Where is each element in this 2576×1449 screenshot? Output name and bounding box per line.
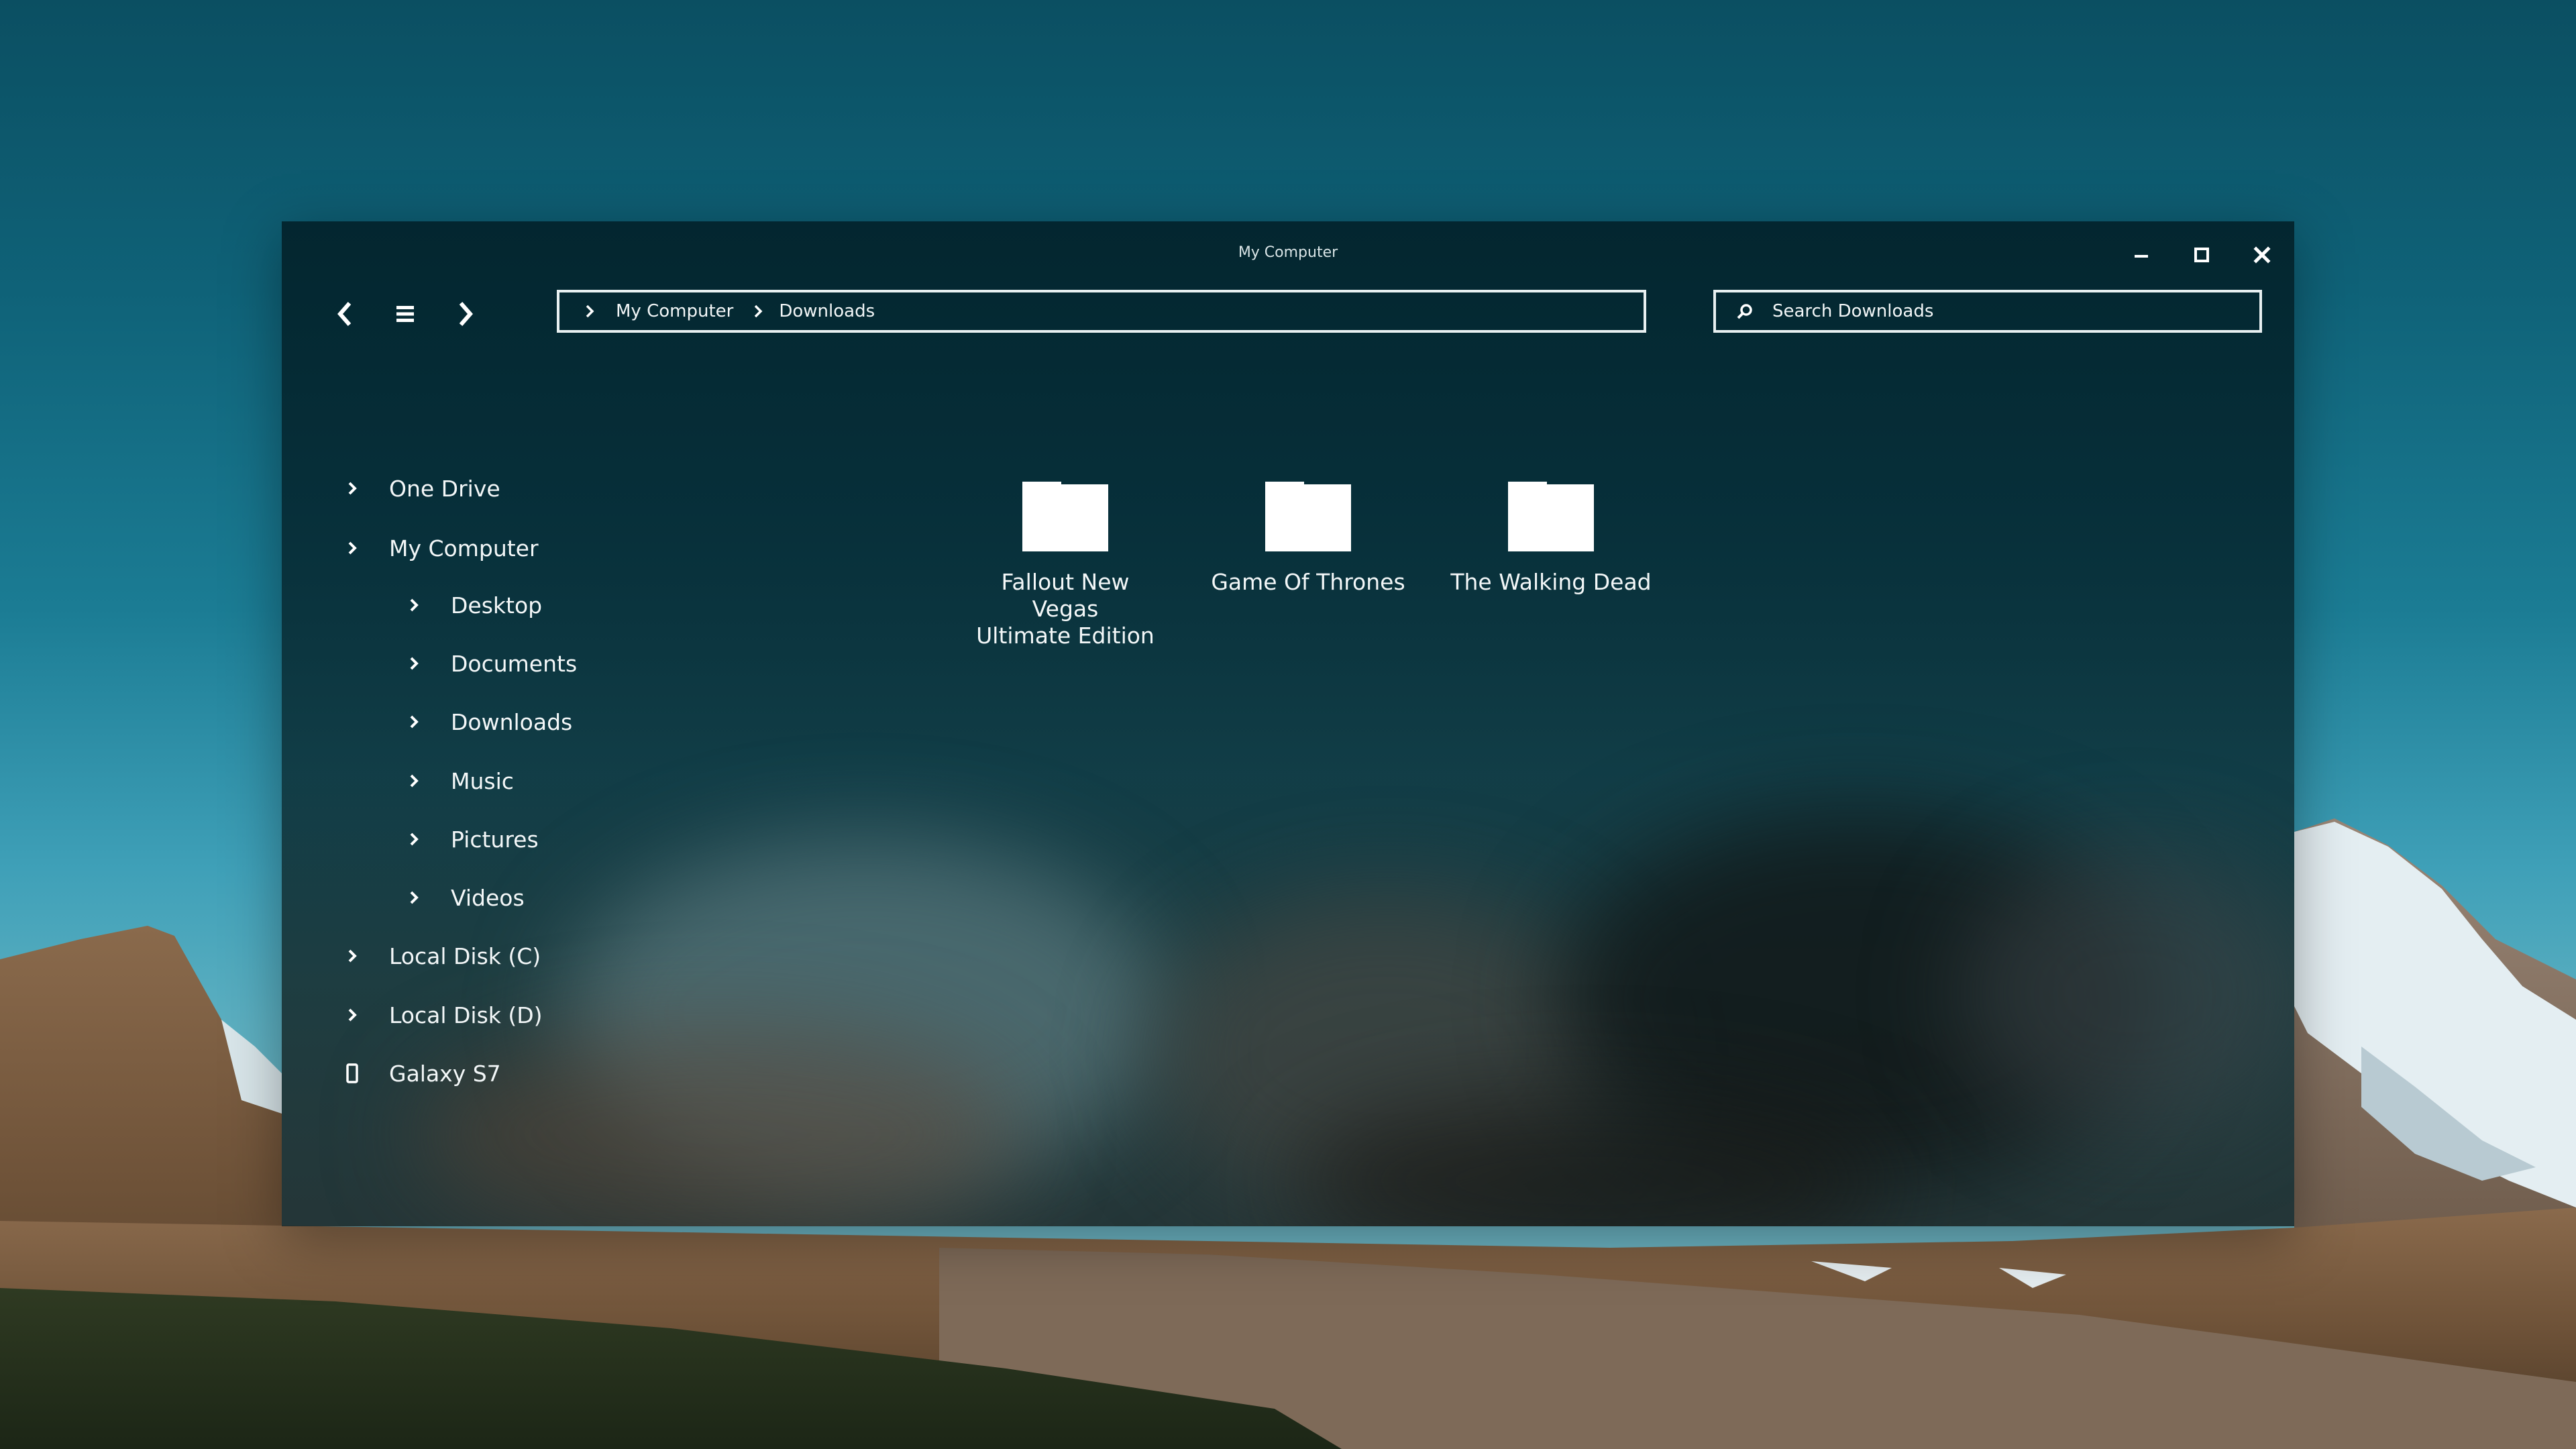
sidebar-item-label: Downloads [451, 708, 573, 735]
chevron-right-icon[interactable] [342, 478, 362, 498]
sidebar-item-label: Documents [451, 650, 578, 677]
sidebar-item-label: Local Disk (C) [389, 943, 541, 969]
search-input[interactable] [1771, 301, 2243, 322]
chevron-right-icon[interactable] [404, 888, 424, 908]
folder-icon [1265, 482, 1351, 551]
folder-name: Game Of Thrones [1208, 569, 1409, 596]
maximize-button[interactable] [2187, 240, 2216, 270]
sidebar-item-local-disk-d[interactable]: Local Disk (D) [342, 995, 543, 1035]
chevron-right-icon[interactable] [404, 653, 424, 674]
folder-name-line-1: The Walking Dead [1450, 569, 1652, 595]
sidebar-item-label: Videos [451, 884, 525, 911]
sidebar-item-label: Galaxy S7 [389, 1060, 501, 1087]
sidebar-item-local-disk-c[interactable]: Local Disk (C) [342, 936, 541, 976]
breadcrumb-downloads[interactable]: Downloads [779, 301, 875, 321]
sidebar-item-videos[interactable]: Videos [404, 877, 525, 918]
folder-item[interactable]: Fallout New Vegas Ultimate Edition [965, 482, 1166, 649]
maximize-icon [2194, 248, 2209, 262]
sidebar-item-label: Pictures [451, 826, 539, 853]
sidebar-navigation: One Drive My Computer Desktop Documents … [282, 221, 657, 1226]
search-box[interactable] [1713, 290, 2262, 333]
sidebar-item-label: Music [451, 767, 514, 794]
minimize-button[interactable] [2127, 240, 2156, 270]
address-bar[interactable]: My Computer Downloads [557, 290, 1646, 333]
folder-item[interactable]: Game Of Thrones [1208, 482, 1409, 596]
sidebar-item-my-computer[interactable]: My Computer [342, 528, 539, 568]
close-icon [2253, 246, 2271, 264]
sidebar-item-pictures[interactable]: Pictures [404, 819, 539, 859]
folder-name: Fallout New Vegas Ultimate Edition [965, 569, 1166, 649]
chevron-right-icon[interactable] [404, 829, 424, 849]
sidebar-item-label: Local Disk (D) [389, 1002, 543, 1028]
breadcrumb-separator-icon [751, 304, 765, 319]
sidebar-item-desktop[interactable]: Desktop [404, 585, 542, 625]
folder-name-line-1: Game Of Thrones [1211, 569, 1405, 595]
folder-icon [1022, 482, 1108, 551]
phone-icon [342, 1063, 362, 1083]
close-button[interactable] [2247, 240, 2277, 270]
chevron-right-icon[interactable] [342, 538, 362, 558]
sidebar-item-documents[interactable]: Documents [404, 643, 577, 684]
folder-icon [1508, 482, 1594, 551]
sidebar-item-one-drive[interactable]: One Drive [342, 468, 500, 508]
minimize-icon [2135, 255, 2148, 258]
chevron-right-icon[interactable] [404, 771, 424, 791]
sidebar-item-label: One Drive [389, 475, 500, 502]
chevron-right-icon[interactable] [342, 946, 362, 966]
sidebar-item-label: My Computer [389, 535, 539, 561]
sidebar-item-music[interactable]: Music [404, 761, 514, 801]
sidebar-item-downloads[interactable]: Downloads [404, 702, 572, 742]
chevron-right-icon[interactable] [404, 712, 424, 732]
chevron-right-icon[interactable] [404, 595, 424, 615]
folder-name: The Walking Dead [1450, 569, 1652, 596]
folder-name-line-1: Fallout New Vegas [1001, 569, 1130, 622]
chevron-right-icon[interactable] [342, 1005, 362, 1025]
file-explorer-window: My Computer My Computer Downloads Search… [282, 221, 2294, 1226]
search-icon [1736, 303, 1754, 320]
folder-name-line-2: Ultimate Edition [976, 623, 1155, 649]
sidebar-item-galaxy-s7[interactable]: Galaxy S7 [342, 1053, 501, 1093]
sidebar-item-label: Desktop [451, 592, 543, 619]
folder-item[interactable]: The Walking Dead [1450, 482, 1652, 596]
